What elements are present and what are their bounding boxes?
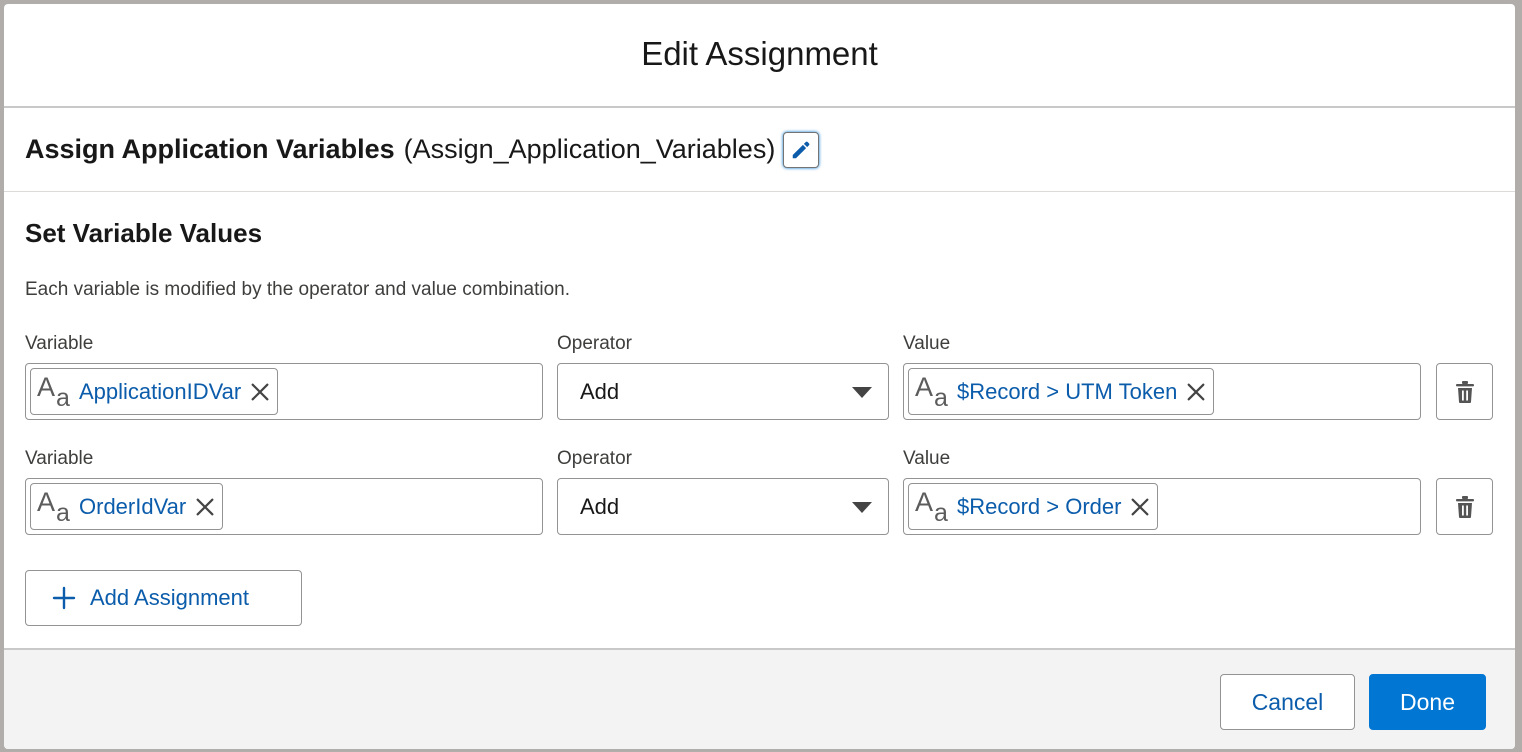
- element-label: Assign Application Variables: [25, 134, 395, 164]
- value-field[interactable]: Aa $Record > UTM Token: [903, 363, 1421, 420]
- operator-label: Operator: [557, 448, 632, 469]
- plus-icon: [52, 586, 76, 610]
- variable-label: Variable: [25, 448, 94, 469]
- add-assignment-button[interactable]: Add Assignment: [25, 570, 302, 626]
- close-icon[interactable]: [194, 496, 216, 518]
- assignment-row: Variable Operator Value Aa OrderIdVar Ad…: [25, 448, 1494, 563]
- operator-select[interactable]: Add: [557, 478, 889, 535]
- element-api-name: (Assign_Application_Variables): [403, 134, 776, 164]
- value-pill: Aa $Record > Order: [908, 483, 1159, 530]
- modal-footer: Cancel Done: [4, 648, 1515, 749]
- section-description: Each variable is modified by the operato…: [25, 279, 570, 300]
- delete-assignment-button[interactable]: [1436, 478, 1493, 535]
- text-type-icon: Aa: [37, 371, 70, 412]
- cancel-button[interactable]: Cancel: [1220, 674, 1355, 730]
- add-assignment-label: Add Assignment: [90, 585, 249, 610]
- element-name-row: Assign Application Variables (Assign_App…: [4, 108, 1515, 192]
- operator-selected: Add: [580, 494, 620, 519]
- modal-header: Edit Assignment: [4, 4, 1515, 108]
- variable-label: Variable: [25, 333, 94, 354]
- variable-field[interactable]: Aa ApplicationIDVar: [25, 363, 543, 420]
- edit-element-button[interactable]: [783, 131, 820, 168]
- text-type-icon: Aa: [915, 486, 948, 527]
- done-button[interactable]: Done: [1369, 674, 1486, 730]
- edit-assignment-modal: Edit Assignment Assign Application Varia…: [4, 4, 1515, 749]
- trash-icon: [1455, 380, 1474, 403]
- operator-select[interactable]: Add: [557, 363, 889, 420]
- assignment-row: Variable Operator Value Aa ApplicationID…: [25, 333, 1494, 448]
- modal-body: Set Variable Values Each variable is mod…: [4, 192, 1515, 563]
- pencil-icon: [793, 141, 810, 158]
- text-type-icon: Aa: [915, 371, 948, 412]
- variable-pill: Aa OrderIdVar: [30, 483, 224, 530]
- variable-pill-label: ApplicationIDVar: [79, 378, 242, 404]
- trash-icon: [1455, 495, 1474, 518]
- variable-pill-label: OrderIdVar: [79, 493, 187, 519]
- operator-selected: Add: [580, 379, 620, 404]
- delete-assignment-button[interactable]: [1436, 363, 1493, 420]
- close-icon[interactable]: [1185, 381, 1207, 403]
- value-field[interactable]: Aa $Record > Order: [903, 478, 1421, 535]
- value-pill-label: $Record > Order: [957, 493, 1122, 519]
- value-label: Value: [903, 448, 951, 469]
- close-icon[interactable]: [1129, 496, 1151, 518]
- operator-label: Operator: [557, 333, 632, 354]
- section-title: Set Variable Values: [25, 218, 263, 248]
- text-type-icon: Aa: [37, 486, 70, 527]
- modal-title: Edit Assignment: [641, 35, 878, 72]
- chevron-down-icon: [852, 387, 872, 398]
- chevron-down-icon: [852, 502, 872, 513]
- variable-pill: Aa ApplicationIDVar: [30, 368, 279, 415]
- value-pill: Aa $Record > UTM Token: [908, 368, 1215, 415]
- variable-field[interactable]: Aa OrderIdVar: [25, 478, 543, 535]
- value-pill-label: $Record > UTM Token: [957, 378, 1178, 404]
- close-icon[interactable]: [249, 381, 271, 403]
- value-label: Value: [903, 333, 951, 354]
